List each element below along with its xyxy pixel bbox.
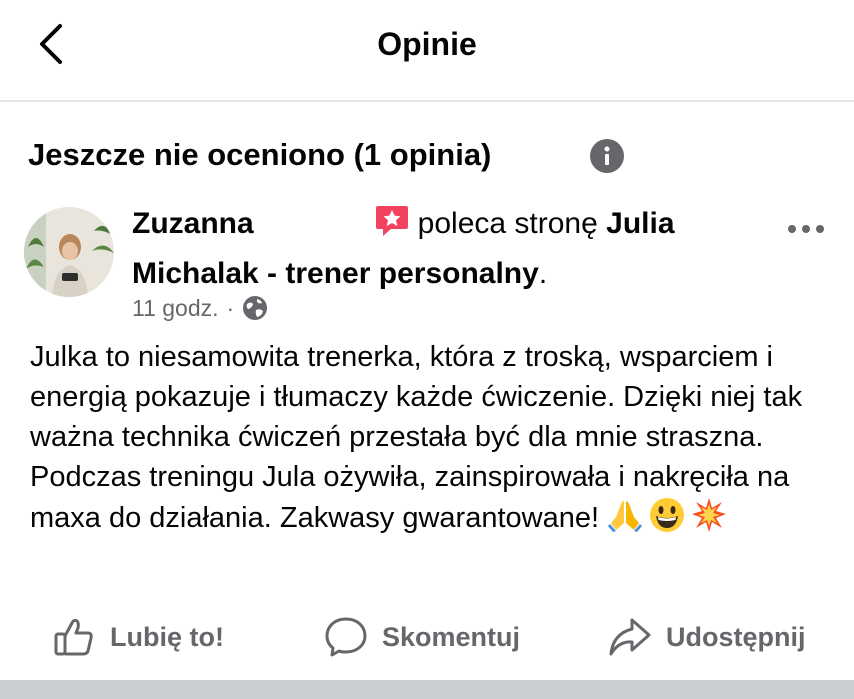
recommend-action-text: poleca stronę — [417, 207, 598, 240]
review-body: Julka to niesamowita trenerka, która z t… — [30, 337, 830, 544]
avatar[interactable] — [24, 207, 114, 297]
review-meta: 11 godz. · — [132, 291, 268, 325]
sentence-period: . — [538, 257, 548, 290]
review-header: Zuzanna poleca stronę Julia Michalak - t… — [132, 202, 762, 296]
reviews-section-title: Jeszcze nie oceniono (1 opinia) — [28, 137, 492, 172]
collision-emoji — [691, 497, 727, 544]
recommend-icon — [374, 203, 410, 252]
share-label: Udostępnij — [666, 621, 806, 652]
more-dots-icon — [788, 225, 824, 233]
info-icon[interactable] — [590, 139, 624, 173]
header-divider — [0, 100, 854, 102]
author-name[interactable]: Zuzanna — [132, 207, 254, 240]
page-title: Opinie — [377, 26, 477, 62]
thumbs-up-icon — [54, 618, 93, 656]
share-button[interactable]: Udostępnij — [608, 614, 806, 660]
folded-hands-emoji — [607, 497, 643, 544]
comment-button[interactable]: Skomentuj — [324, 614, 520, 660]
share-icon — [609, 618, 651, 656]
meta-separator: · — [226, 295, 235, 321]
avatar-image — [24, 207, 114, 297]
review-body-text: Julka to niesamowita trenerka, która z t… — [30, 341, 803, 534]
more-options-button[interactable] — [786, 219, 826, 239]
like-label: Lubię to! — [110, 621, 224, 652]
like-button[interactable]: Lubię to! — [52, 614, 224, 660]
review-timestamp[interactable]: 11 godz. — [132, 291, 219, 325]
comment-label: Skomentuj — [382, 621, 521, 652]
header: Opinie — [0, 0, 854, 100]
grinning-face-emoji — [649, 497, 685, 544]
comment-icon — [325, 617, 367, 657]
post-actions: Lubię to! Skomentuj Udostępnij — [0, 606, 854, 668]
section-separator-bar — [0, 680, 854, 699]
globe-icon — [243, 296, 268, 320]
